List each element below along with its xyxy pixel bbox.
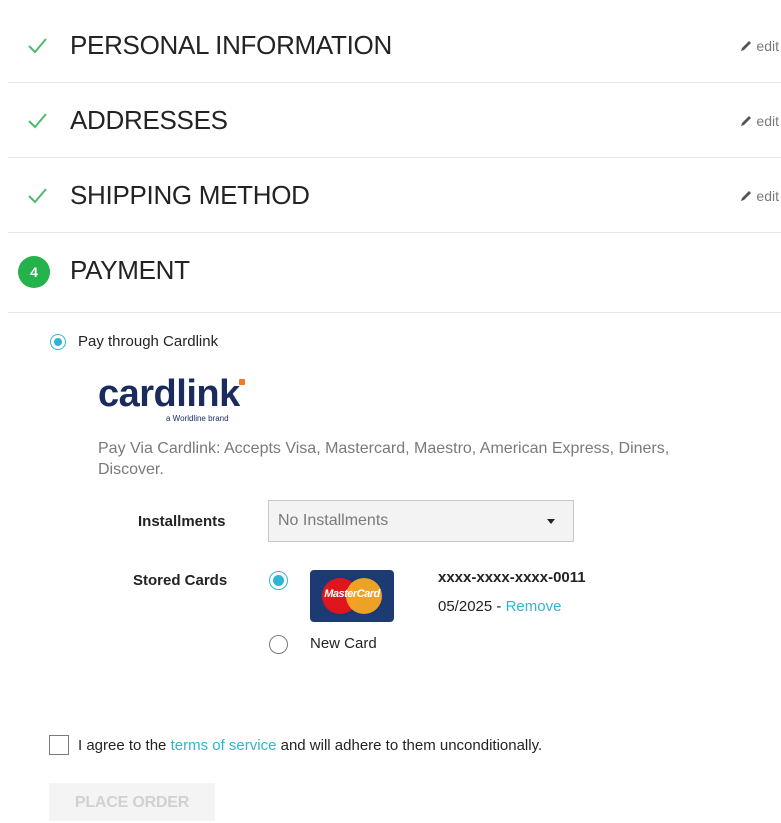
edit-link[interactable]: edit [739, 38, 779, 54]
step-payment: 4 PAYMENT [8, 232, 781, 313]
pencil-icon [741, 191, 752, 201]
step-shipping-method: SHIPPING METHOD edit [8, 158, 781, 233]
terms-text-before: I agree to the [78, 737, 171, 754]
pay-cardlink-radio[interactable] [50, 334, 66, 350]
step-title: PERSONAL INFORMATION [70, 30, 392, 60]
stored-cards-label: Stored Cards [133, 572, 228, 589]
mastercard-wordmark: MasterCard [324, 588, 380, 600]
cardlink-logo: cardlink a Worldline brand [98, 372, 248, 426]
step-title: SHIPPING METHOD [70, 180, 310, 210]
check-icon [28, 113, 47, 129]
place-order-button[interactable]: PLACE ORDER [49, 783, 215, 821]
check-icon [28, 38, 47, 54]
pay-cardlink-label[interactable]: Pay through Cardlink [78, 333, 218, 350]
stored-card-separator: - [492, 598, 506, 615]
step-personal-information: PERSONAL INFORMATION edit [8, 8, 781, 83]
edit-link[interactable]: edit [739, 188, 779, 204]
terms-text: I agree to the terms of service and will… [78, 737, 542, 754]
new-card-radio[interactable] [269, 635, 288, 654]
step-number-badge: 4 [18, 256, 50, 288]
pencil-icon [741, 116, 752, 126]
logo-accent-dot [239, 379, 245, 385]
caret-down-icon [547, 519, 555, 524]
terms-of-service-link[interactable]: terms of service [171, 737, 277, 754]
pencil-icon [741, 41, 752, 51]
step-title: PAYMENT [70, 255, 190, 285]
edit-label: edit [756, 113, 779, 129]
check-icon [28, 188, 47, 204]
new-card-label[interactable]: New Card [310, 635, 377, 652]
stored-card-number: xxxx-xxxx-xxxx-0011 [438, 569, 586, 586]
installments-selected-value: No Installments [278, 512, 389, 529]
step-title: ADDRESSES [70, 105, 228, 135]
edit-link[interactable]: edit [739, 113, 779, 129]
edit-label: edit [756, 188, 779, 204]
cardlink-tagline: a Worldline brand [166, 414, 229, 423]
remove-card-link[interactable]: Remove [506, 598, 562, 615]
edit-label: edit [756, 38, 779, 54]
terms-text-after: and will adhere to them unconditionally. [276, 737, 543, 754]
installments-label: Installments [138, 513, 226, 530]
mastercard-logo: MasterCard [310, 570, 394, 622]
payment-description-line2: Discover. [98, 461, 164, 478]
cardlink-wordmark: cardlink [98, 373, 240, 415]
stored-card-details: 05/2025 - Remove [438, 598, 561, 615]
stored-card-radio[interactable] [269, 571, 288, 590]
installments-select[interactable]: No Installments [268, 500, 574, 542]
terms-checkbox[interactable] [49, 735, 69, 755]
stored-card-expiry: 05/2025 [438, 598, 493, 615]
step-addresses: ADDRESSES edit [8, 83, 781, 158]
payment-description-line1: Pay Via Cardlink: Accepts Visa, Masterca… [98, 440, 670, 457]
